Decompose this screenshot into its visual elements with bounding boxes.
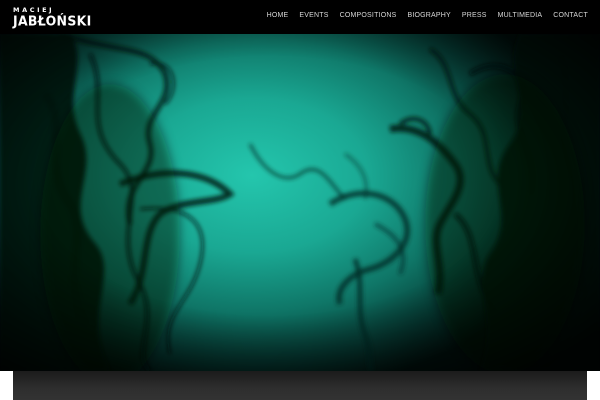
page-margin-left	[0, 371, 13, 400]
nav-item-multimedia[interactable]: MULTIMEDIA	[498, 12, 543, 19]
nav-item-contact[interactable]: CONTACT	[553, 12, 588, 19]
hero-banner	[0, 34, 600, 371]
nav-item-home[interactable]: HOME	[267, 12, 289, 19]
smoke-illustration	[0, 34, 600, 371]
page: MACIEJ JABŁOŃSKI HOME EVENTS COMPOSITION…	[0, 0, 600, 400]
site-logo[interactable]: MACIEJ JABŁOŃSKI	[13, 7, 92, 27]
logo-last-name: JABŁOŃSKI	[13, 12, 92, 29]
nav-item-events[interactable]: EVENTS	[299, 12, 328, 19]
content-panel	[13, 371, 587, 400]
main-nav: HOME EVENTS COMPOSITIONS BIOGRAPHY PRESS…	[256, 12, 588, 19]
hero-vignette	[0, 34, 600, 371]
nav-item-compositions[interactable]: COMPOSITIONS	[340, 12, 397, 19]
nav-item-biography[interactable]: BIOGRAPHY	[407, 12, 450, 19]
nav-item-press[interactable]: PRESS	[462, 12, 487, 19]
site-header: MACIEJ JABŁOŃSKI HOME EVENTS COMPOSITION…	[0, 0, 600, 34]
page-margin-right	[587, 371, 600, 400]
